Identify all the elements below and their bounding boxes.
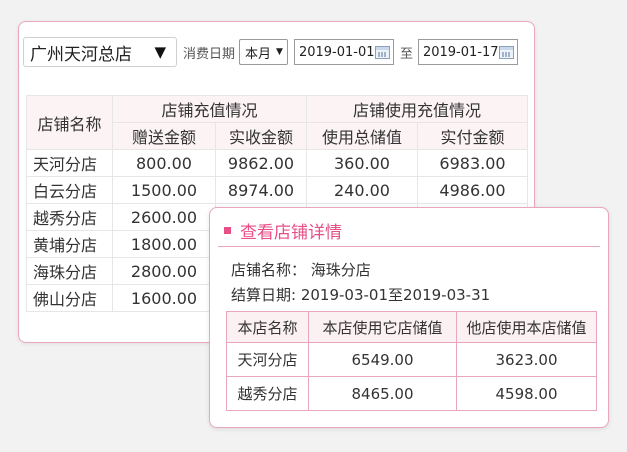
other-used-store-cell: 3623.00 xyxy=(456,342,597,377)
store-name-cell[interactable]: 佛山分店 xyxy=(26,284,113,312)
gift-amount-cell: 2600.00 xyxy=(112,203,216,231)
paid-amount-cell: 6983.00 xyxy=(417,149,528,177)
start-date-input[interactable]: 2019-01-01 xyxy=(293,39,394,65)
calendar-icon[interactable] xyxy=(374,45,390,59)
store-name-header: 本店名称 xyxy=(226,311,309,343)
used-other-store-cell: 6549.00 xyxy=(308,342,457,377)
received-amount-header: 实收金额 xyxy=(215,122,307,150)
table-row: 越秀分店 8465.00 4598.00 xyxy=(226,376,597,411)
paid-amount-header: 实付金额 xyxy=(417,122,528,150)
total-used-header: 使用总储值 xyxy=(306,122,418,150)
settlement-date-info: 结算日期: 2019-03-01至2019-03-31 xyxy=(231,286,491,304)
other-used-store-cell: 4598.00 xyxy=(456,376,597,411)
total-used-cell: 240.00 xyxy=(306,176,418,204)
store-select[interactable]: 广州天河总店 ▼ xyxy=(23,37,177,67)
table-row: 天河分店 6549.00 3623.00 xyxy=(226,342,597,377)
store-detail-popup: 查看店铺详情 店铺名称： 海珠分店 结算日期: 2019-03-01至2019-… xyxy=(209,207,609,428)
cross-store-table: 本店名称 本店使用它店储值 他店使用本店储值 天河分店 6549.00 3623… xyxy=(226,311,597,411)
start-date-value: 2019-01-01 xyxy=(298,44,375,60)
period-select-value: 本月 xyxy=(245,46,272,62)
table-row[interactable]: 白云分店 1500.00 8974.00 240.00 4986.00 xyxy=(26,176,528,204)
store-select-value: 广州天河总店 xyxy=(30,44,132,65)
date-range-separator: 至 xyxy=(399,46,413,62)
store-name-info: 店铺名称： 海珠分店 xyxy=(231,261,371,279)
gift-amount-cell: 1600.00 xyxy=(112,284,216,312)
popup-title: 查看店铺详情 xyxy=(224,218,342,243)
end-date-value: 2019-01-17 xyxy=(422,44,499,60)
table-row[interactable]: 天河分店 800.00 9862.00 360.00 6983.00 xyxy=(26,149,528,177)
store-name-cell[interactable]: 白云分店 xyxy=(26,176,113,204)
period-select[interactable]: 本月 ▼ xyxy=(239,39,288,65)
recharge-group-header: 店铺充值情况 xyxy=(112,95,307,123)
dropdown-arrow-icon: ▼ xyxy=(276,47,283,57)
popup-title-text: 查看店铺详情 xyxy=(240,223,342,243)
divider xyxy=(218,246,600,247)
store-name-cell[interactable]: 黄埔分店 xyxy=(26,230,113,258)
other-used-store-header: 他店使用本店储值 xyxy=(456,311,597,343)
end-date-input[interactable]: 2019-01-17 xyxy=(417,39,518,65)
used-other-store-cell: 8465.00 xyxy=(308,376,457,411)
date-label: 消费日期 xyxy=(183,46,236,62)
store-name-cell: 越秀分店 xyxy=(226,376,309,411)
dropdown-arrow-icon: ▼ xyxy=(154,43,166,61)
received-amount-cell: 9862.00 xyxy=(215,149,307,177)
used-other-store-header: 本店使用它店储值 xyxy=(308,311,457,343)
title-square-icon xyxy=(224,227,231,234)
store-name-header: 店铺名称 xyxy=(26,95,113,150)
store-name-cell: 天河分店 xyxy=(226,342,309,377)
gift-amount-cell: 800.00 xyxy=(112,149,216,177)
store-name-cell[interactable]: 越秀分店 xyxy=(26,203,113,231)
calendar-icon[interactable] xyxy=(498,45,514,59)
gift-amount-cell: 1800.00 xyxy=(112,230,216,258)
usage-group-header: 店铺使用充值情况 xyxy=(306,95,528,123)
gift-amount-header: 赠送金额 xyxy=(112,122,216,150)
total-used-cell: 360.00 xyxy=(306,149,418,177)
paid-amount-cell: 4986.00 xyxy=(417,176,528,204)
received-amount-cell: 8974.00 xyxy=(215,176,307,204)
gift-amount-cell: 1500.00 xyxy=(112,176,216,204)
filter-toolbar: 广州天河总店 ▼ 消费日期 本月 ▼ 2019-01-01 至 2019-01-… xyxy=(23,36,534,68)
store-name-cell[interactable]: 天河分店 xyxy=(26,149,113,177)
gift-amount-cell: 2800.00 xyxy=(112,257,216,285)
store-name-cell[interactable]: 海珠分店 xyxy=(26,257,113,285)
